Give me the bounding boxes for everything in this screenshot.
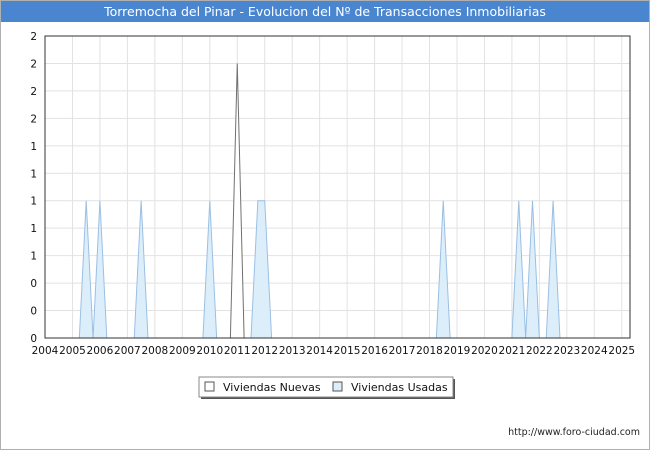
y-tick-label: 1 <box>30 168 37 180</box>
x-tick-label: 2013 <box>279 345 306 357</box>
y-tick-label: 2 <box>30 31 37 43</box>
y-tick-label: 1 <box>30 196 37 208</box>
x-tick-label: 2004 <box>32 345 59 357</box>
y-tick-label: 2 <box>30 113 37 125</box>
plot-background <box>45 36 630 338</box>
x-tick-label: 2016 <box>361 345 388 357</box>
x-tick-label: 2007 <box>114 345 141 357</box>
y-tick-label: 0 <box>30 306 37 318</box>
y-tick-label: 1 <box>30 251 37 263</box>
y-tick-label: 0 <box>30 278 37 290</box>
x-tick-label: 2017 <box>389 345 416 357</box>
x-tick-label: 2011 <box>224 345 251 357</box>
y-tick-label: 0 <box>30 333 37 345</box>
y-axis: 0 0 0 1 1 1 1 1 2 2 2 2 <box>30 31 37 345</box>
x-tick-label: 2018 <box>416 345 443 357</box>
x-tick-label: 2022 <box>526 345 553 357</box>
x-tick-label: 2006 <box>87 345 114 357</box>
y-tick-label: 1 <box>30 141 37 153</box>
x-tick-label: 2025 <box>608 345 635 357</box>
x-tick-label: 2009 <box>169 345 196 357</box>
x-tick-label: 2023 <box>553 345 580 357</box>
x-tick-label: 2021 <box>499 345 526 357</box>
legend-label: Viviendas Nuevas <box>223 381 321 394</box>
y-tick-label: 2 <box>30 58 37 70</box>
x-tick-label: 2024 <box>581 345 608 357</box>
x-axis: 2004 2005 2006 2007 2008 2009 2010 2011 2012 2013… <box>32 345 635 357</box>
legend: Viviendas Nuevas Viviendas Usadas <box>198 376 455 399</box>
y-tick-label: 1 <box>30 223 37 235</box>
chart-canvas: 2004 2005 2006 2007 2008 2009 2010 2011 2012 2013… <box>30 31 635 399</box>
x-tick-label: 2005 <box>59 345 86 357</box>
x-tick-label: 2010 <box>196 345 223 357</box>
legend-swatch <box>204 381 215 392</box>
x-tick-label: 2014 <box>306 345 333 357</box>
source-url[interactable]: http://www.foro-ciudad.com <box>508 427 640 438</box>
x-tick-label: 2020 <box>471 345 498 357</box>
x-tick-label: 2019 <box>444 345 471 357</box>
legend-swatch <box>332 381 343 392</box>
y-tick-label: 2 <box>30 86 37 98</box>
grid <box>44 35 630 339</box>
x-tick-label: 2015 <box>334 345 361 357</box>
legend-label: Viviendas Usadas <box>351 381 448 394</box>
x-tick-label: 2012 <box>251 345 278 357</box>
x-tick-label: 2008 <box>141 345 168 357</box>
